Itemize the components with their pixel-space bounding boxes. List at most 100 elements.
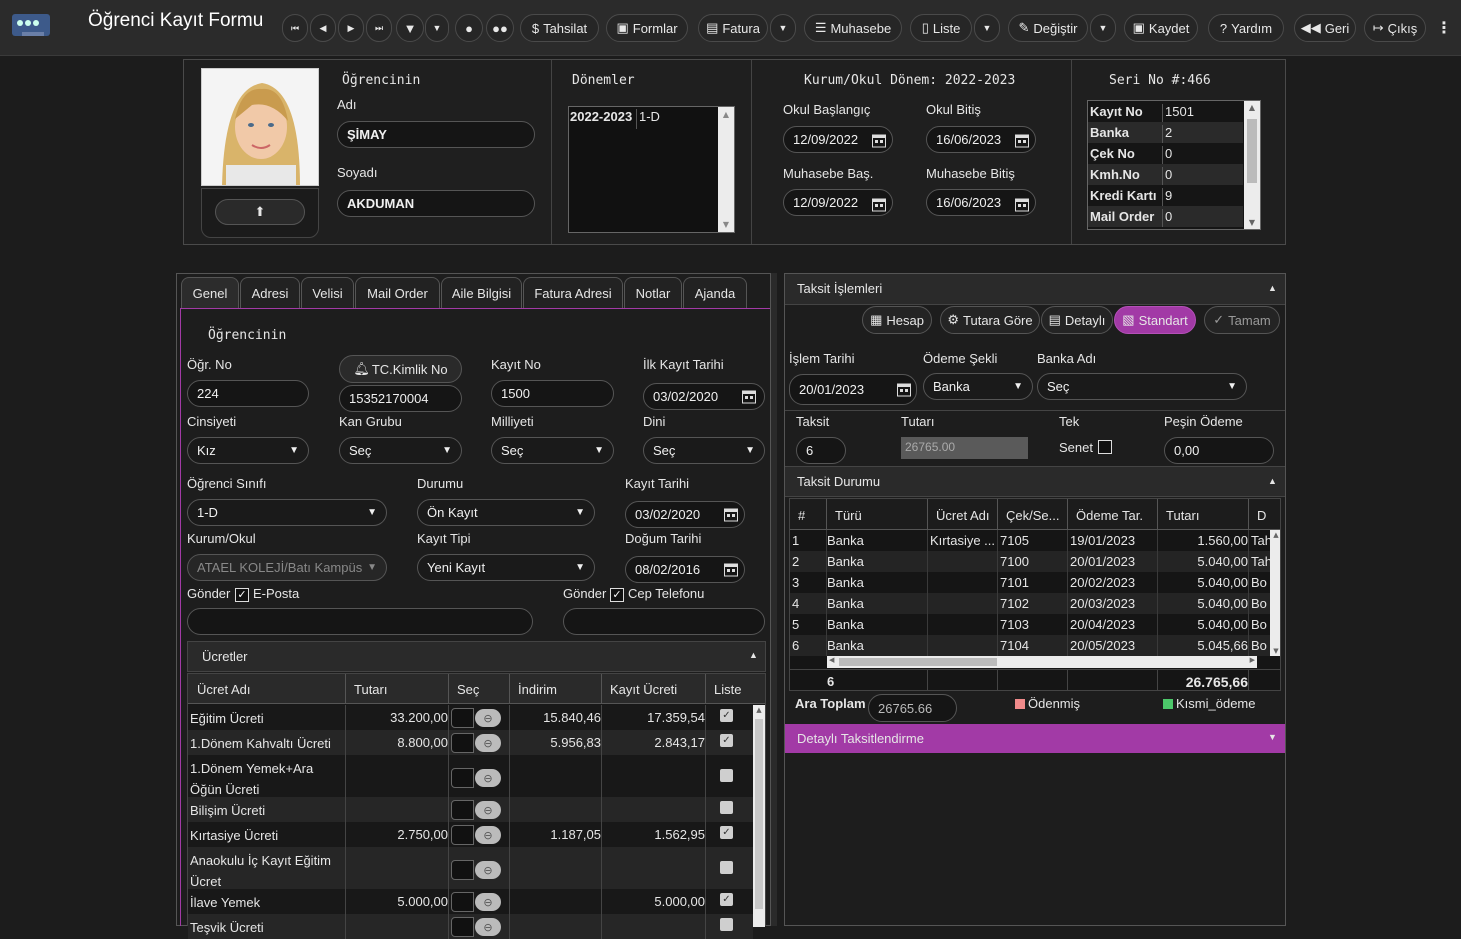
calendar-icon[interactable] — [720, 503, 742, 525]
fatura-dropdown-button[interactable]: ▼ — [770, 14, 796, 42]
column-header[interactable]: Kayıt Ücreti — [610, 682, 677, 697]
sinif-select[interactable]: 1-D ▼ — [187, 499, 387, 526]
column-header[interactable]: Ücret Adı — [197, 682, 250, 697]
sec-toggle[interactable]: ⊖ — [451, 708, 503, 728]
filter-dropdown-button[interactable]: ▼ — [425, 14, 449, 42]
liste-checkbox[interactable] — [720, 801, 733, 814]
kayit-tipi-select[interactable]: Yeni Kayıt ▼ — [417, 554, 595, 581]
sec-toggle[interactable]: ⊖ — [451, 733, 503, 753]
liste-checkbox[interactable]: ✓ — [720, 826, 733, 839]
filter-button[interactable]: ▼ — [396, 14, 424, 42]
table-row[interactable]: Anaokulu İç Kayıt Eğitim Ücret ⊖ — [188, 847, 753, 889]
sec-toggle[interactable]: ⊖ — [451, 800, 503, 820]
calendar-icon[interactable] — [868, 193, 890, 215]
tab-5[interactable]: Fatura Adresi — [523, 277, 623, 309]
collapse-icon[interactable]: ▲ — [1268, 283, 1277, 293]
surname-field[interactable]: AKDUMAN — [337, 190, 535, 217]
ucretler-header[interactable]: Ücretler ▲ — [187, 641, 766, 672]
eposta-field[interactable] — [187, 608, 533, 635]
cep-field[interactable] — [563, 608, 765, 635]
detayli-button[interactable]: ▤ Detaylı — [1041, 306, 1113, 334]
liste-checkbox[interactable] — [720, 918, 733, 931]
column-header[interactable]: D — [1257, 508, 1266, 523]
calendar-icon[interactable] — [738, 385, 760, 407]
tek-senet-checkbox[interactable] — [1098, 440, 1112, 454]
geri-button[interactable]: ◀◀ Geri — [1294, 14, 1356, 42]
column-header[interactable]: Türü — [835, 508, 862, 523]
tab-6[interactable]: Notlar — [624, 277, 682, 309]
degistir-dropdown-button[interactable]: ▼ — [1090, 14, 1116, 42]
tab-7[interactable]: Ajanda — [683, 277, 747, 309]
calendar-icon[interactable] — [1011, 129, 1033, 151]
column-header[interactable]: Tutarı — [354, 682, 387, 697]
sec-toggle[interactable]: ⊖ — [451, 825, 503, 845]
formlar-button[interactable]: ▣ Formlar — [606, 14, 688, 42]
durum-select[interactable]: Ön Kayıt ▼ — [417, 499, 595, 526]
next-record-button[interactable]: ▶ — [338, 14, 364, 42]
tab-0[interactable]: Genel — [181, 277, 239, 309]
scrollbar[interactable]: ▲ — [753, 705, 765, 927]
detayli-taksit-bar[interactable]: Detaylı Taksitlendirme ▼ — [785, 724, 1285, 753]
chevron-down-icon[interactable]: ▼ — [1268, 732, 1277, 742]
taksit-header[interactable]: Taksit İşlemleri ▲ — [785, 274, 1285, 305]
tutara-gore-button[interactable]: ⚙ Tutara Göre — [940, 306, 1040, 334]
list-item[interactable]: 2022-2023 1-D — [569, 109, 719, 129]
splitter[interactable] — [770, 273, 777, 926]
tab-3[interactable]: Mail Order — [355, 277, 440, 309]
kaydet-button[interactable]: ▣ Kaydet — [1124, 14, 1198, 42]
tc-kimlik-field[interactable]: 15352170004 — [339, 385, 462, 412]
tab-2[interactable]: Velisi — [301, 277, 354, 309]
calendar-icon[interactable] — [893, 378, 915, 400]
sec-toggle[interactable]: ⊖ — [451, 892, 503, 912]
column-header[interactable]: Ödeme Tar. — [1076, 508, 1143, 523]
cep-checkbox[interactable]: ✓ — [610, 588, 624, 602]
column-header[interactable]: Seç — [457, 682, 479, 697]
cinsiyet-select[interactable]: Kız ▼ — [187, 437, 309, 464]
scrollbar[interactable]: ▲ ▼ — [1270, 530, 1280, 656]
tab-4[interactable]: Aile Bilgisi — [441, 277, 522, 309]
muhasebe-button[interactable]: ☰ Muhasebe — [804, 14, 902, 42]
person-button[interactable]: ● — [455, 14, 483, 42]
liste-button[interactable]: ▯ Liste — [910, 14, 972, 42]
hesap-button[interactable]: ▦ Hesap — [862, 306, 932, 334]
table-row[interactable]: Eğitim Ücreti 33.200,00 15.840,46 17.359,54… — [188, 705, 753, 730]
table-row[interactable]: İlave Yemek 5.000,00 5.000,00 ⊖ ✓ — [188, 889, 753, 914]
liste-checkbox[interactable]: ✓ — [720, 709, 733, 722]
column-header[interactable]: Liste — [714, 682, 741, 697]
tab-1[interactable]: Adresi — [240, 277, 300, 309]
liste-checkbox[interactable] — [720, 769, 733, 782]
milliyet-select[interactable]: Seç ▼ — [491, 437, 614, 464]
table-row[interactable]: 2 Banka 7100 20/01/2023 5.040,00 Tah — [790, 551, 1272, 572]
table-row[interactable]: Teşvik Ücreti ⊖ — [188, 914, 753, 939]
calendar-icon[interactable] — [720, 558, 742, 580]
collapse-icon[interactable]: ▲ — [1268, 476, 1277, 486]
first-record-button[interactable]: ⏮ — [282, 14, 308, 42]
tamam-button[interactable]: ✓ Tamam — [1204, 306, 1280, 334]
liste-checkbox[interactable] — [720, 861, 733, 874]
kayit-no-field[interactable]: 1500 — [491, 380, 614, 407]
dini-select[interactable]: Seç ▼ — [643, 437, 765, 464]
more-menu-icon[interactable]: ⋮ — [1436, 18, 1452, 37]
column-header[interactable]: Çek/Se... — [1006, 508, 1059, 523]
column-header[interactable]: # — [798, 508, 805, 523]
table-row[interactable]: 1.Dönem Yemek+Ara Öğün Ücreti ⊖ — [188, 755, 753, 797]
degistir-button[interactable]: ✎ Değiştir — [1008, 14, 1088, 42]
column-header[interactable]: Tutarı — [1166, 508, 1199, 523]
standart-button[interactable]: ▧ Standart — [1114, 306, 1196, 334]
horizontal-scrollbar[interactable]: ◀ ▶ — [827, 656, 1257, 668]
banka-adi-select[interactable]: Seç ▼ — [1037, 373, 1247, 400]
calendar-icon[interactable] — [868, 129, 890, 151]
last-record-button[interactable]: ⏭ — [366, 14, 392, 42]
table-row[interactable]: 1 Banka Kırtasiye ... 7105 19/01/2023 1.560,0… — [790, 530, 1272, 551]
scrollbar[interactable]: ▲ ▼ — [1244, 101, 1260, 229]
group-button[interactable]: ●● — [486, 14, 514, 42]
prev-record-button[interactable]: ◀ — [310, 14, 336, 42]
liste-checkbox[interactable]: ✓ — [720, 893, 733, 906]
kan-grubu-select[interactable]: Seç ▼ — [339, 437, 462, 464]
column-header[interactable]: Ücret Adı — [936, 508, 989, 523]
table-row[interactable]: 4 Banka 7102 20/03/2023 5.040,00 Bo — [790, 593, 1270, 614]
yardim-button[interactable]: ? Yardım — [1208, 14, 1284, 42]
sec-toggle[interactable]: ⊖ — [451, 768, 503, 788]
eposta-checkbox[interactable]: ✓ — [235, 588, 249, 602]
scrollbar[interactable]: ▲ ▼ — [718, 107, 734, 232]
